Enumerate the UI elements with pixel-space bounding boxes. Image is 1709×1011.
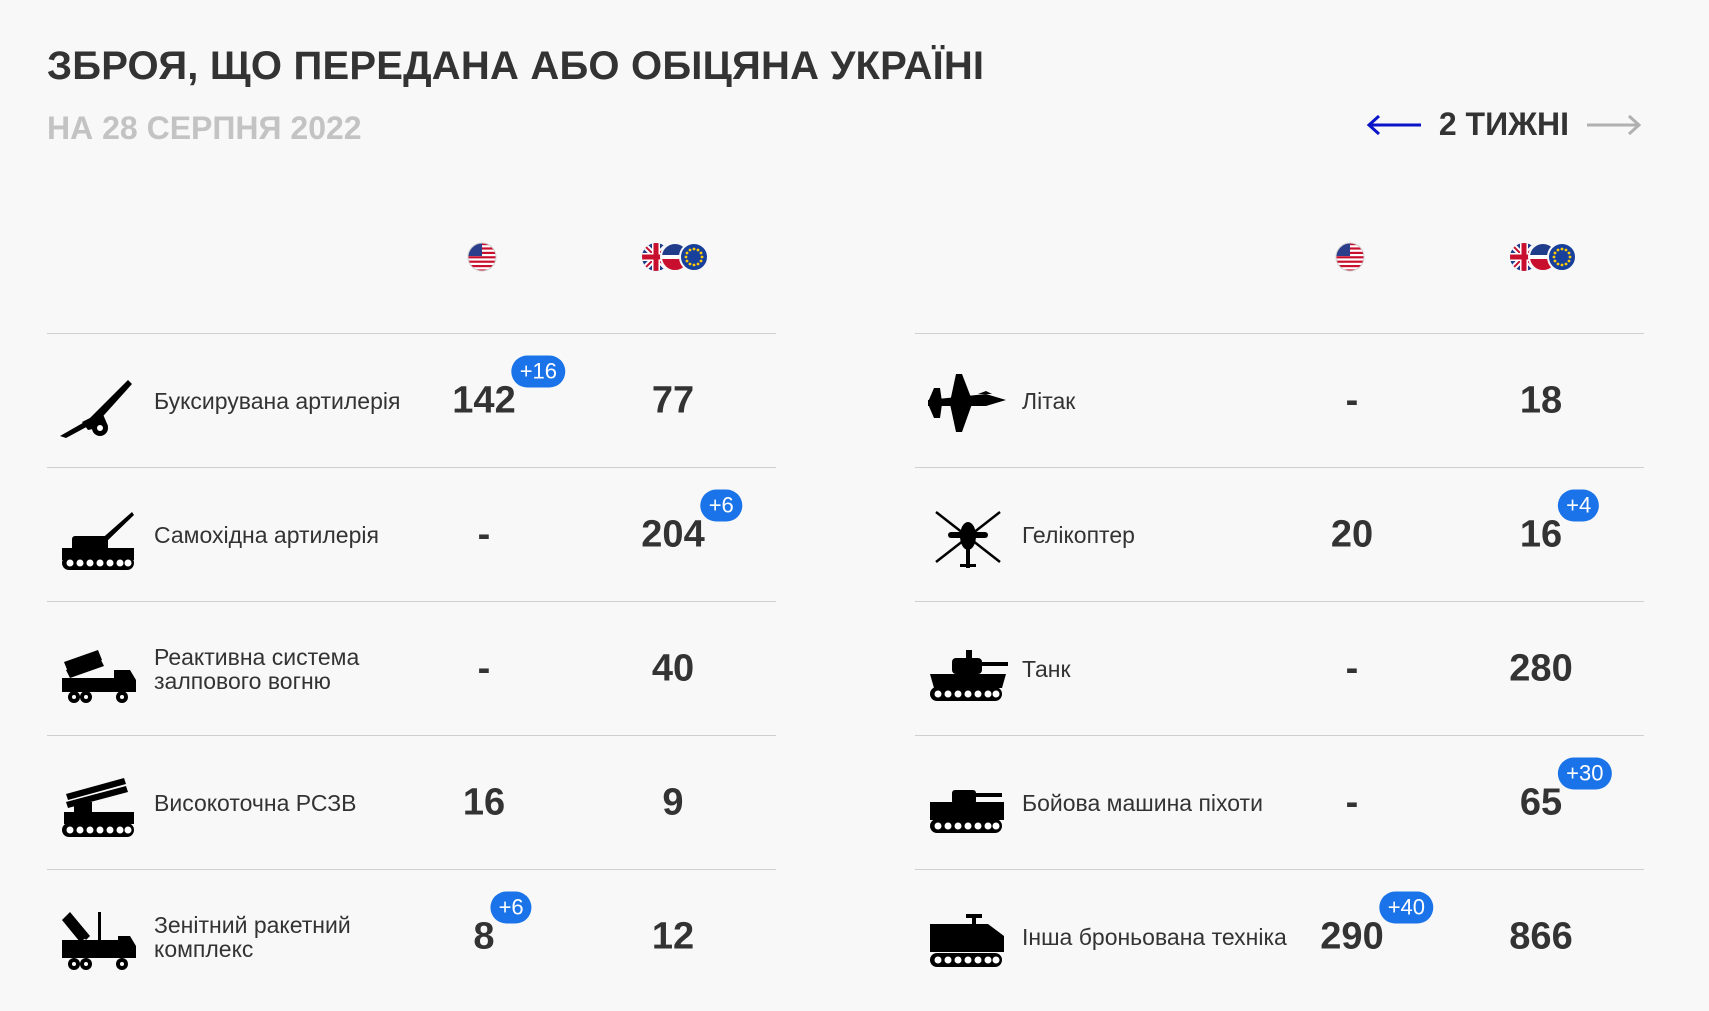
uk-eu-value: 280 xyxy=(1509,647,1573,689)
uk-eu-value: 9 xyxy=(662,781,684,823)
change-badge: +40 xyxy=(1379,891,1434,923)
uk-eu-value: 16 +4 xyxy=(1520,489,1600,556)
right-table: Літак - 18 Гелікоптер 20 16 +4 Танк - 280 Бойов… xyxy=(915,232,1644,1003)
arrow-right-icon[interactable] xyxy=(1585,113,1643,137)
tank-icon xyxy=(930,650,1008,701)
uk-eu-value: 65 +30 xyxy=(1520,757,1612,824)
table-header xyxy=(47,232,776,334)
us-value: - xyxy=(1345,647,1359,689)
period-label: 2 ТИЖНІ xyxy=(1438,106,1569,142)
uk-eu-value: 866 xyxy=(1509,915,1573,957)
uk-eu-value: 77 xyxy=(651,379,695,421)
weapon-label: Бойова машина піхоти xyxy=(1022,789,1263,816)
us-value: - xyxy=(1345,781,1359,823)
table-row: Літак - 18 xyxy=(915,334,1644,468)
us-value: - xyxy=(477,647,491,689)
weapon-label: Високоточна РСЗВ xyxy=(154,789,357,816)
uk-eu-value: 18 xyxy=(1519,379,1563,421)
table-row: Буксирувана артилерія 142 +16 77 xyxy=(47,334,776,468)
weapon-label: Інша броньована техніка xyxy=(1022,923,1287,950)
uk-eu-flags-icon xyxy=(642,242,709,272)
us-flag-icon xyxy=(467,242,497,272)
period-nav: 2 ТИЖНІ xyxy=(1365,106,1643,143)
change-badge: +30 xyxy=(1558,757,1612,789)
page-title: ЗБРОЯ, ЩО ПЕРЕДАНА АБО ОБІЦЯНА УКРАЇНІ xyxy=(47,44,985,88)
us-flag-icon xyxy=(1335,242,1365,272)
self-propelled-artillery-icon xyxy=(62,512,134,570)
uk-eu-flags-icon xyxy=(1510,242,1577,272)
table-row: Гелікоптер 20 16 +4 xyxy=(915,468,1644,602)
table-row: Танк - 280 xyxy=(915,602,1644,736)
precision-mlrs-icon xyxy=(62,778,134,837)
us-value: - xyxy=(1345,379,1359,421)
helicopter-icon xyxy=(935,511,1001,568)
armored-vehicle-icon xyxy=(930,914,1004,967)
weapon-label: Гелікоптер xyxy=(1022,521,1135,548)
us-value: 8 +6 xyxy=(473,891,532,958)
table-row: Інша броньована техніка 290 +40 866 xyxy=(915,870,1644,1003)
page-subtitle: НА 28 СЕРПНЯ 2022 xyxy=(47,110,362,146)
table-row: Реактивна система залпового вогню - 40 xyxy=(47,602,776,736)
us-value: 16 xyxy=(462,781,506,823)
table-row: Бойова машина піхоти - 65 +30 xyxy=(915,736,1644,870)
table-row: Зенітний ракетний комплекс 8 +6 12 xyxy=(47,870,776,1003)
uk-eu-value: 12 xyxy=(651,915,695,957)
fighter-jet-icon xyxy=(928,374,1006,432)
arrow-left-icon[interactable] xyxy=(1365,113,1423,137)
table-row: Високоточна РСЗВ 16 9 xyxy=(47,736,776,870)
ifv-icon xyxy=(930,790,1004,833)
left-table: Буксирувана артилерія 142 +16 77 Самохідна … xyxy=(47,232,776,1003)
weapon-label: Самохідна артилерія xyxy=(154,521,379,548)
mlrs-truck-icon xyxy=(62,650,136,703)
towed-artillery-icon xyxy=(60,380,132,438)
uk-eu-value: 40 xyxy=(651,647,695,689)
weapon-label: Літак xyxy=(1022,387,1076,414)
air-defense-icon xyxy=(62,912,136,970)
change-badge: +4 xyxy=(1558,489,1600,521)
change-badge: +16 xyxy=(511,355,566,387)
change-badge: +6 xyxy=(490,891,532,923)
us-value: 20 xyxy=(1330,513,1374,555)
uk-eu-value: 204 +6 xyxy=(641,489,742,556)
us-value: 142 +16 xyxy=(452,355,566,422)
weapon-label: Зенітний ракетний комплекс xyxy=(154,911,351,962)
weapon-label: Танк xyxy=(1022,655,1071,682)
change-badge: +6 xyxy=(700,489,742,521)
weapon-label: Реактивна система залпового вогню xyxy=(154,643,360,694)
us-value: 290 +40 xyxy=(1320,891,1434,958)
weapon-label: Буксирувана артилерія xyxy=(154,387,401,414)
us-value: - xyxy=(477,513,491,555)
table-row: Самохідна артилерія - 204 +6 xyxy=(47,468,776,602)
table-header xyxy=(915,232,1644,334)
